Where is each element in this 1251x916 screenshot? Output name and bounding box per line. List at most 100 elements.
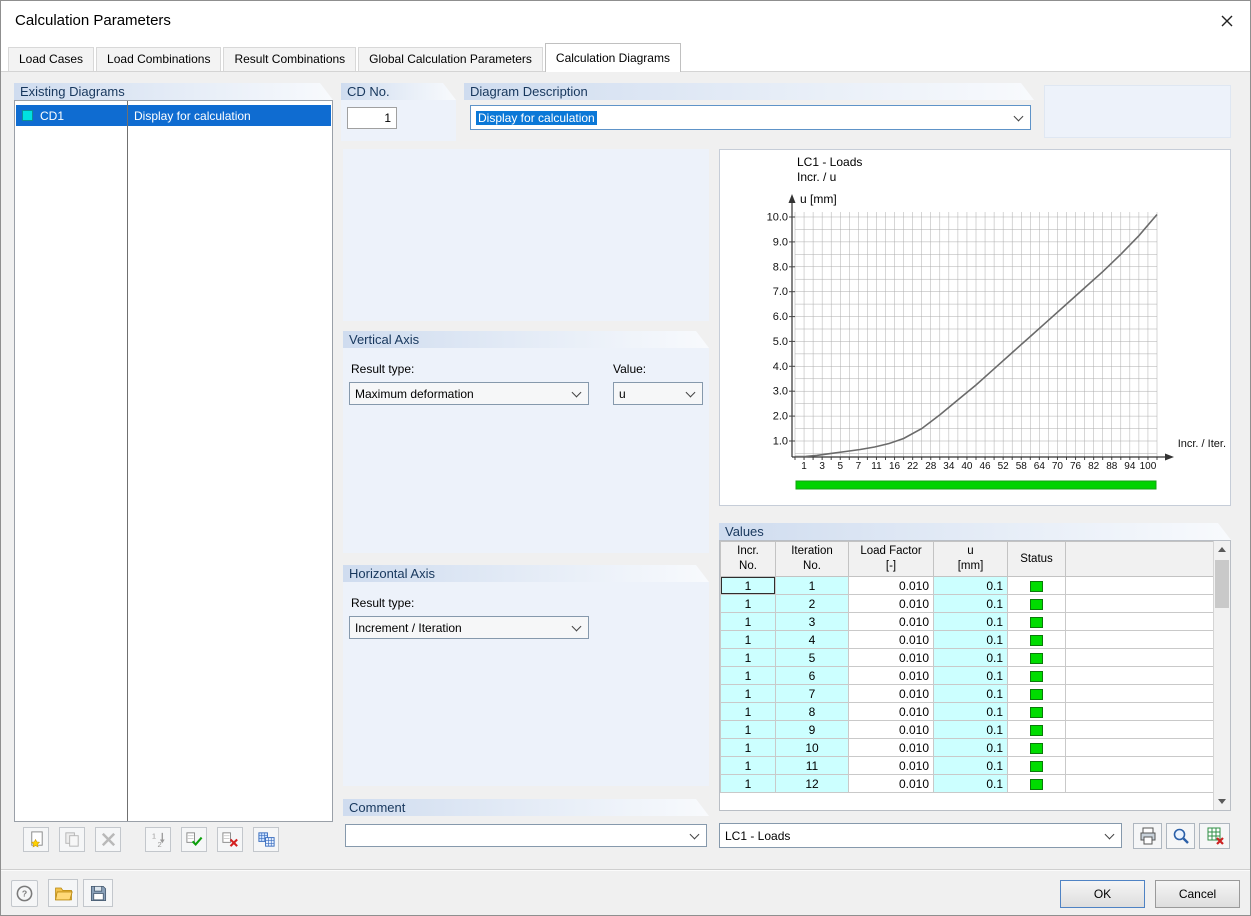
cell-u[interactable]: 0.1 [933, 576, 1008, 595]
tab-load-cases[interactable]: Load Cases [8, 47, 95, 71]
cell-u[interactable]: 0.1 [933, 702, 1008, 721]
tab-load-combinations[interactable]: Load Combinations [96, 47, 222, 71]
cell-incr-no[interactable]: 1 [720, 612, 776, 631]
cell-iteration-no[interactable]: 4 [775, 630, 849, 649]
cell-load-factor[interactable]: 0.010 [848, 576, 934, 595]
values-column-header [1065, 541, 1216, 577]
cell-load-factor[interactable]: 0.010 [848, 630, 934, 649]
cell-load-factor[interactable]: 0.010 [848, 756, 934, 775]
cell-iteration-no[interactable]: 11 [775, 756, 849, 775]
cell-u[interactable]: 0.1 [933, 756, 1008, 775]
vertical-value-dropdown[interactable]: u [613, 382, 703, 405]
cell-incr-no[interactable]: 1 [720, 630, 776, 649]
diagram-list-item[interactable]: CD1 Display for calculation [16, 105, 331, 126]
values-row[interactable]: 1 3 0.010 0.1 [720, 612, 1216, 631]
cell-u[interactable]: 0.1 [933, 648, 1008, 667]
cell-incr-no[interactable]: 1 [720, 756, 776, 775]
cell-iteration-no[interactable]: 2 [775, 594, 849, 613]
cell-incr-no[interactable]: 1 [720, 576, 776, 595]
cell-incr-no[interactable]: 1 [720, 774, 776, 793]
x-tick-label: 70 [1052, 461, 1064, 472]
cell-load-factor[interactable]: 0.010 [848, 774, 934, 793]
cell-load-factor[interactable]: 0.010 [848, 684, 934, 703]
cell-iteration-no[interactable]: 9 [775, 720, 849, 739]
cell-iteration-no[interactable]: 1 [775, 576, 849, 595]
close-icon[interactable] [1212, 7, 1242, 35]
values-scrollbar[interactable] [1213, 541, 1230, 810]
delete-check-marks-button[interactable] [217, 827, 243, 852]
copy-diagram-button[interactable] [59, 827, 85, 852]
cancel-button[interactable]: Cancel [1155, 880, 1240, 908]
cell-incr-no[interactable]: 1 [720, 594, 776, 613]
calculation-progress-bar [795, 480, 1157, 490]
cell-u[interactable]: 0.1 [933, 612, 1008, 631]
print-button[interactable] [1133, 823, 1162, 849]
cell-load-factor[interactable]: 0.010 [848, 612, 934, 631]
load-case-selector[interactable]: LC1 - Loads [719, 823, 1122, 848]
cell-u[interactable]: 0.1 [933, 774, 1008, 793]
chart-canvas: 1.0 2.0 3.0 4.0 5.0 6.0 7.0 8.0 9.0 10.0 1 3 5 7 11 16 2… [767, 194, 1226, 490]
tab-result-combinations[interactable]: Result Combinations [223, 47, 357, 71]
export-excel-button[interactable] [1199, 823, 1230, 849]
cell-iteration-no[interactable]: 5 [775, 648, 849, 667]
cell-u[interactable]: 0.1 [933, 630, 1008, 649]
cell-iteration-no[interactable]: 7 [775, 684, 849, 703]
cell-incr-no[interactable]: 1 [720, 666, 776, 685]
cell-empty [1065, 630, 1216, 649]
cell-iteration-no[interactable]: 12 [775, 774, 849, 793]
horizontal-result-type-dropdown[interactable]: Increment / Iteration [349, 616, 589, 639]
values-row[interactable]: 1 5 0.010 0.1 [720, 648, 1216, 667]
vertical-result-type-dropdown[interactable]: Maximum deformation [349, 382, 589, 405]
cell-load-factor[interactable]: 0.010 [848, 648, 934, 667]
cell-u[interactable]: 0.1 [933, 738, 1008, 757]
values-row[interactable]: 1 4 0.010 0.1 [720, 630, 1216, 649]
values-row[interactable]: 1 9 0.010 0.1 [720, 720, 1216, 739]
scroll-up-button[interactable] [1214, 541, 1230, 558]
cell-iteration-no[interactable]: 3 [775, 612, 849, 631]
diagram-description-combobox[interactable]: Display for calculation [470, 105, 1031, 130]
cell-empty [1065, 756, 1216, 775]
save-button[interactable] [83, 879, 113, 907]
values-row[interactable]: 1 12 0.010 0.1 [720, 774, 1216, 793]
delete-diagram-button[interactable] [95, 827, 121, 852]
tab-global-calculation-parameters[interactable]: Global Calculation Parameters [358, 47, 543, 71]
cell-load-factor[interactable]: 0.010 [848, 594, 934, 613]
new-diagram-button[interactable] [23, 827, 49, 852]
tab-calculation-diagrams[interactable]: Calculation Diagrams [544, 43, 681, 72]
cell-load-factor[interactable]: 0.010 [848, 666, 934, 685]
values-row[interactable]: 1 10 0.010 0.1 [720, 738, 1216, 757]
cell-load-factor[interactable]: 0.010 [848, 702, 934, 721]
cell-u[interactable]: 0.1 [933, 720, 1008, 739]
comment-combobox[interactable] [345, 824, 707, 847]
cell-load-factor[interactable]: 0.010 [848, 738, 934, 757]
cell-incr-no[interactable]: 1 [720, 648, 776, 667]
set-check-marks-button[interactable] [181, 827, 207, 852]
cell-u[interactable]: 0.1 [933, 684, 1008, 703]
cell-incr-no[interactable]: 1 [720, 720, 776, 739]
renumber-diagrams-button[interactable]: 12 [145, 827, 171, 852]
values-row[interactable]: 1 8 0.010 0.1 [720, 702, 1216, 721]
help-button[interactable]: ? [11, 880, 38, 907]
values-row[interactable]: 1 11 0.010 0.1 [720, 756, 1216, 775]
ok-button[interactable]: OK [1060, 880, 1145, 908]
cell-incr-no[interactable]: 1 [720, 684, 776, 703]
select-diagrams-button[interactable] [253, 827, 279, 852]
values-row[interactable]: 1 7 0.010 0.1 [720, 684, 1216, 703]
cell-load-factor[interactable]: 0.010 [848, 720, 934, 739]
cd-no-input[interactable] [347, 107, 397, 129]
cell-u[interactable]: 0.1 [933, 666, 1008, 685]
diagram-list[interactable]: CD1 Display for calculation [14, 100, 333, 822]
cell-incr-no[interactable]: 1 [720, 702, 776, 721]
scroll-down-button[interactable] [1214, 793, 1230, 810]
values-row[interactable]: 1 1 0.010 0.1 [720, 576, 1216, 595]
values-row[interactable]: 1 2 0.010 0.1 [720, 594, 1216, 613]
cell-iteration-no[interactable]: 8 [775, 702, 849, 721]
cell-u[interactable]: 0.1 [933, 594, 1008, 613]
cell-incr-no[interactable]: 1 [720, 738, 776, 757]
cell-iteration-no[interactable]: 10 [775, 738, 849, 757]
cell-iteration-no[interactable]: 6 [775, 666, 849, 685]
open-file-button[interactable] [48, 879, 78, 907]
zoom-button[interactable] [1166, 823, 1195, 849]
values-row[interactable]: 1 6 0.010 0.1 [720, 666, 1216, 685]
scrollbar-thumb[interactable] [1215, 560, 1229, 608]
